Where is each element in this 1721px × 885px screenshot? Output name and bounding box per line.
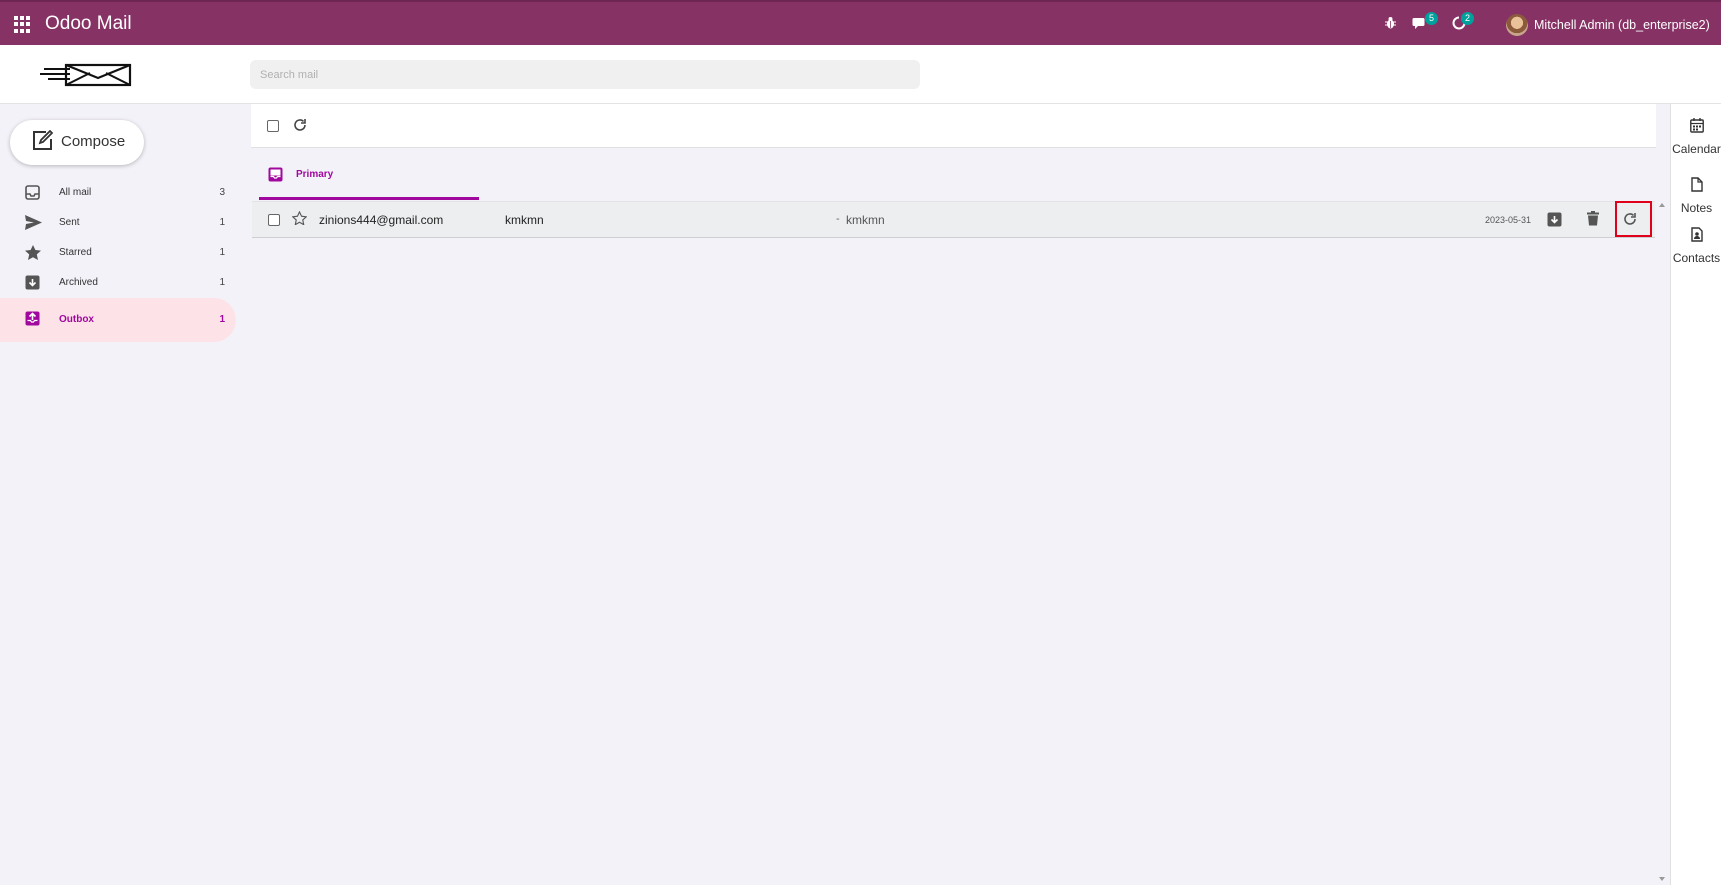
debug-bug-icon[interactable] (1384, 16, 1397, 30)
messages-badge: 5 (1425, 12, 1438, 25)
sidebar-item-count: 3 (219, 187, 225, 198)
sidebar-item-count: 1 (219, 314, 225, 325)
star-outline-icon[interactable] (292, 211, 307, 225)
note-icon (1690, 177, 1703, 192)
mail-select-checkbox[interactable] (268, 214, 280, 226)
sidebar-item-starred[interactable]: Starred 1 (0, 238, 236, 268)
rail-item-label: Contacts (1672, 251, 1721, 265)
scroll-up-arrow-icon[interactable] (1659, 203, 1665, 207)
sidebar-item-label: Outbox (59, 314, 94, 325)
refresh-icon[interactable] (293, 118, 307, 132)
sidebar-item-label: Archived (59, 277, 98, 288)
star-icon (25, 245, 41, 260)
compose-button[interactable]: Compose (10, 120, 144, 165)
delete-trash-button[interactable] (1587, 211, 1599, 226)
sidebar-item-all-mail[interactable]: All mail 3 (0, 178, 236, 208)
outbox-icon (25, 311, 40, 326)
rail-item-notes[interactable]: Notes (1671, 177, 1721, 215)
activities-badge: 2 (1461, 12, 1474, 25)
user-menu[interactable]: Mitchell Admin (db_enterprise2) (1534, 18, 1710, 32)
sidebar-item-sent[interactable]: Sent 1 (0, 208, 236, 238)
scroll-down-arrow-icon[interactable] (1659, 877, 1665, 881)
highlight-box (1615, 201, 1652, 237)
avatar[interactable] (1506, 14, 1528, 36)
apps-grid-icon[interactable] (14, 16, 31, 33)
mail-subject: kmkmn (505, 213, 544, 227)
sidebar-item-outbox[interactable]: Outbox 1 (0, 298, 236, 342)
sidebar-item-label: Sent (59, 217, 80, 228)
sidebar-item-archived[interactable]: Archived 1 (0, 268, 236, 298)
mail-toolbar (251, 104, 1656, 148)
mail-logo-icon (40, 63, 132, 87)
rail-item-calendar[interactable]: Calendar (1671, 118, 1721, 156)
archive-icon (25, 275, 40, 290)
top-navbar: Odoo Mail 5 2 Mitchell Admin (db_enterpr… (0, 0, 1721, 45)
archive-button[interactable] (1547, 212, 1562, 227)
inbox-icon (25, 185, 40, 200)
mail-list-item[interactable]: zinions444@gmail.com kmkmn - kmkmn 2023-… (252, 201, 1655, 238)
tab-primary[interactable]: Primary (259, 150, 479, 200)
app-title[interactable]: Odoo Mail (45, 13, 132, 35)
select-all-checkbox[interactable] (267, 120, 279, 132)
rail-item-contacts[interactable]: Contacts (1671, 227, 1721, 265)
sidebar-item-count: 1 (219, 247, 225, 258)
search-input[interactable] (250, 60, 920, 89)
mail-separator: - (836, 213, 840, 225)
right-app-rail: Calendar Notes Contacts (1670, 104, 1721, 885)
mail-preview: kmkmn (846, 213, 885, 227)
mail-tabs: Primary (251, 150, 1656, 201)
compose-label: Compose (61, 133, 126, 150)
rail-item-label: Calendar (1672, 142, 1721, 156)
tab-label: Primary (296, 169, 334, 180)
rail-item-label: Notes (1680, 201, 1713, 215)
calendar-icon (1689, 118, 1704, 133)
mail-sender: zinions444@gmail.com (319, 213, 444, 227)
sidebar-item-label: All mail (59, 187, 92, 198)
sidebar-item-label: Starred (59, 247, 92, 258)
compose-edit-icon (33, 130, 53, 150)
inbox-icon (268, 167, 283, 182)
paper-plane-icon (25, 215, 42, 230)
contact-card-icon (1690, 227, 1703, 242)
sidebar-item-count: 1 (219, 277, 225, 288)
sidebar-item-count: 1 (219, 217, 225, 228)
mail-date: 2023-05-31 (1485, 215, 1532, 225)
